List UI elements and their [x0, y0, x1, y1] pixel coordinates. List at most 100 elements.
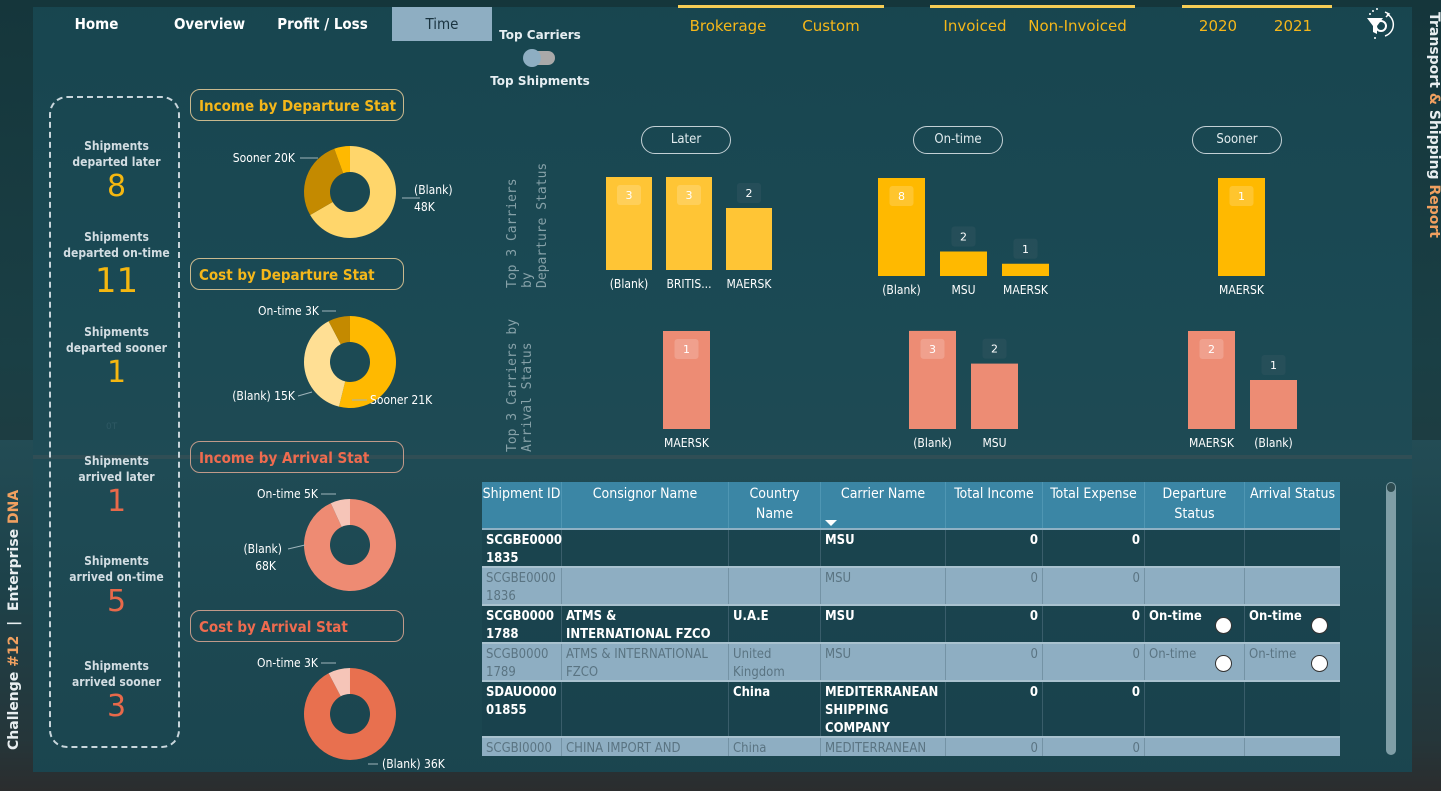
type-slicer: Brokerage Custom — [678, 5, 884, 35]
cell-id: SCGB0000 1788 — [482, 606, 562, 642]
cell-text: 0 — [1132, 741, 1140, 756]
col-shipment-id[interactable]: Shipment ID — [482, 482, 562, 528]
cell-text: SCGB0000 1789 — [486, 647, 549, 680]
col-total-expense[interactable]: Total Expense — [1043, 482, 1145, 528]
arrival-axis-label: Top 3 Carriers by Arrival Status — [505, 316, 535, 452]
challenge-separator: | — [6, 611, 22, 636]
table-row[interactable]: SCGB0000 1788 ATMS & INTERNATIONAL FZCO U.… — [482, 606, 1340, 644]
toggle-knob[interactable] — [523, 49, 541, 67]
kpi-value: 8 — [106, 169, 127, 204]
report-title-part1: Transport — [1426, 12, 1441, 93]
col-departure-status[interactable]: Departure Status — [1145, 482, 1245, 528]
nav-home[interactable]: Home — [40, 7, 153, 41]
cell-id: SCGB0000 1789 — [482, 644, 562, 680]
filter-reset-icon[interactable] — [1361, 6, 1397, 42]
cell-country: United Kingdom — [729, 644, 821, 680]
cell-consignor — [562, 682, 729, 736]
kpi-label: departed later — [72, 155, 161, 169]
col-country-name[interactable]: Country Name — [729, 482, 821, 528]
col-arrival-status[interactable]: Arrival Status — [1245, 482, 1340, 528]
cell-text: MEDITERRANEAN — [825, 741, 927, 756]
enterprise-text: Enterprise — [6, 523, 22, 612]
cell-id: SDAUO000 01855 — [482, 682, 562, 736]
kpi-label: arrived sooner — [71, 675, 162, 689]
cell-income: 0 — [946, 606, 1043, 642]
kpi-value: 3 — [106, 689, 127, 724]
cell-text: China — [733, 685, 771, 700]
table-row[interactable]: SCGBI0000 CHINA IMPORT AND China MEDITERRAN… — [482, 738, 1340, 756]
pill-later[interactable]: Later — [641, 126, 731, 154]
report-title-part3: Report — [1426, 184, 1441, 238]
cell-expense: 0 — [1043, 738, 1145, 756]
cell-id: SCGBE0000 1835 — [482, 530, 562, 566]
col-total-income[interactable]: Total Income — [946, 482, 1043, 528]
table-scrollbar[interactable] — [1386, 482, 1396, 755]
kpi-value: 1 — [106, 484, 127, 519]
report-title-amp: & — [1426, 92, 1441, 105]
donut-slice-sooner[interactable] — [304, 148, 344, 215]
donut-slice-blank[interactable] — [304, 668, 396, 760]
table-row[interactable]: SDAUO000 01855 China MEDITERRANEAN SHIPPIN… — [482, 682, 1340, 738]
cell-consignor: ATMS & INTERNATIONAL FZCO — [562, 644, 729, 680]
col-carrier-name-label: Carrier Name — [840, 486, 926, 502]
cell-text: 0 — [1131, 533, 1140, 548]
table-row[interactable]: SCGBE0000 1836 MSU 0 0 — [482, 568, 1340, 606]
cell-consignor — [562, 530, 729, 566]
cell-country: U.A.E — [729, 606, 821, 642]
slicer-invoiced[interactable]: Invoiced — [930, 8, 1020, 35]
cost-by-arrival-title: Cost by Arrival Stat — [190, 610, 404, 642]
cell-consignor: ATMS & INTERNATIONAL FZCO — [562, 606, 729, 642]
slicer-non-invoiced[interactable]: Non-Invoiced — [1020, 8, 1135, 35]
challenge-label: Challenge #12 | Enterprise DNA — [6, 490, 30, 750]
pill-on-time[interactable]: On-time — [913, 126, 1003, 154]
cell-consignor — [562, 568, 729, 604]
col-consignor-name[interactable]: Consignor Name — [562, 482, 729, 528]
kpi-value: 5 — [106, 584, 127, 619]
cell-consignor: CHINA IMPORT AND — [562, 738, 729, 756]
nav-overview[interactable]: Overview — [153, 7, 266, 41]
slicer-custom[interactable]: Custom — [778, 8, 884, 35]
challenge-number: #12 — [6, 635, 22, 667]
carriers-shipments-toggle[interactable] — [523, 49, 555, 67]
cell-expense: 0 — [1043, 606, 1145, 642]
cell-arr — [1245, 568, 1340, 604]
slicer-brokerage[interactable]: Brokerage — [678, 8, 778, 35]
cell-country: China — [729, 682, 821, 736]
scrollbar-thumb[interactable] — [1387, 483, 1395, 492]
slicer-2021[interactable]: 2021 — [1254, 8, 1332, 35]
nav-time[interactable]: Time — [392, 7, 492, 41]
cost-by-departure-donut: Sooner 21K (Blank) 15K On-time 3K — [232, 304, 433, 408]
donut-slice-blank[interactable] — [304, 499, 396, 591]
cell-income: 0 — [946, 530, 1043, 566]
table-row[interactable]: SCGBE0000 1835 MSU 0 0 — [482, 530, 1340, 568]
kpi-arrived-sooner: Shipments arrived sooner 3 — [51, 658, 182, 724]
income-by-departure-donut: (Blank) 48KSooner 20K — [233, 146, 453, 238]
carriers-shipments-toggle-group: Top Carriers Top Shipments — [484, 28, 596, 88]
cell-income: 0 — [946, 568, 1043, 604]
col-carrier-name[interactable]: Carrier Name — [821, 482, 946, 528]
cell-carrier: MEDITERRANEAN SHIPPING COMPANY — [821, 682, 946, 736]
slicer-2020[interactable]: 2020 — [1182, 8, 1254, 35]
cell-expense: 0 — [1043, 682, 1145, 736]
kpi-label: Shipments — [84, 454, 149, 468]
cell-country: China — [729, 738, 821, 756]
table-row[interactable]: SCGB0000 1789 ATMS & INTERNATIONAL FZCO Un… — [482, 644, 1340, 682]
donut-leader-line — [287, 544, 306, 550]
cell-expense: 0 — [1043, 530, 1145, 566]
status-indicator-icon — [1311, 655, 1328, 672]
cell-text: ATMS & INTERNATIONAL FZCO — [566, 647, 708, 680]
cell-id: SCGBI0000 — [482, 738, 562, 756]
income-by-departure-title: Income by Departure Stat — [190, 89, 404, 121]
cell-country — [729, 568, 821, 604]
nav-profit-loss[interactable]: Profit / Loss — [266, 7, 379, 41]
pill-sooner[interactable]: Sooner — [1192, 126, 1282, 154]
cell-text: 0 — [1132, 571, 1140, 586]
donut-data-label: (Blank) 36K — [382, 757, 446, 771]
kpi-arrived-on-time: Shipments arrived on-time 5 — [51, 553, 182, 619]
shipments-table: Shipment ID Consignor Name Country Name … — [482, 482, 1340, 756]
cell-text: SCGB0000 1788 — [486, 609, 555, 642]
kpi-label: Shipments — [84, 230, 149, 244]
cell-text: SDAUO000 01855 — [486, 685, 557, 718]
cell-country — [729, 530, 821, 566]
cell-expense: 0 — [1043, 568, 1145, 604]
